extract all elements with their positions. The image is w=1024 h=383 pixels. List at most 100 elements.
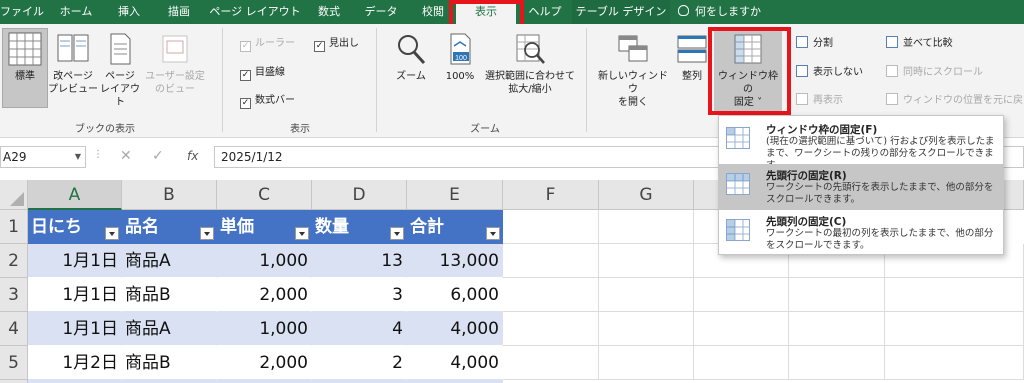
filter-dropdown-icon[interactable] — [390, 227, 404, 240]
cell-a4[interactable]: 1月1日 — [28, 312, 122, 346]
arrange-all-button[interactable]: 整列 — [674, 32, 710, 83]
zoom-button[interactable]: ズーム — [388, 32, 434, 83]
row-header-1[interactable]: 1 — [0, 210, 28, 244]
cell-b2[interactable]: 商品A — [122, 244, 217, 278]
cell-e5[interactable]: 4,000 — [407, 346, 503, 380]
tab-formulas[interactable]: 数式 — [308, 0, 350, 24]
synchronous-scrolling-button[interactable]: 同時にスクロール — [886, 65, 983, 81]
select-all-button[interactable] — [0, 180, 28, 210]
cell-c3[interactable]: 2,000 — [217, 278, 312, 312]
row-header-2[interactable]: 2 — [0, 244, 28, 278]
tell-me-search[interactable]: 何をしますか — [678, 0, 788, 24]
table-header-qty[interactable]: 数量 — [312, 210, 407, 244]
tab-help[interactable]: ヘルプ — [520, 0, 570, 24]
table-header-total[interactable]: 合計 — [407, 210, 503, 244]
cell-g3[interactable] — [599, 278, 694, 312]
column-header-f[interactable]: F — [503, 180, 599, 210]
cell-c4[interactable]: 1,000 — [217, 312, 312, 346]
cell-i5[interactable] — [789, 346, 885, 380]
formula-bar-checkbox[interactable]: ✓ 数式バー — [240, 93, 295, 109]
table-header-item[interactable]: 品名 — [122, 210, 217, 244]
custom-views-button[interactable]: ユーザー設定 のビュー — [142, 32, 208, 96]
cell-a5[interactable]: 1月2日 — [28, 346, 122, 380]
cancel-icon[interactable]: ✕ — [120, 148, 132, 164]
zoom-to-selection-button[interactable]: 選択範囲に合わせて 拡大/縮小 — [482, 32, 578, 96]
cell-b4[interactable]: 商品A — [122, 312, 217, 346]
cell-h4[interactable] — [694, 312, 789, 346]
cell-h3[interactable] — [694, 278, 789, 312]
column-header-d[interactable]: D — [312, 180, 407, 210]
column-header-a[interactable]: A — [28, 180, 122, 210]
cell-e4[interactable]: 4,000 — [407, 312, 503, 346]
column-header-b[interactable]: B — [122, 180, 217, 210]
freeze-panes-button[interactable]: ウィンドウ枠の 固定 ˅ — [714, 32, 782, 109]
hide-window-button[interactable]: 表示しない — [796, 65, 863, 81]
chevron-down-icon[interactable]: ▼ — [75, 147, 81, 167]
tab-file[interactable]: ファイル — [0, 0, 44, 24]
insert-function-icon[interactable]: fx — [187, 149, 198, 163]
filter-dropdown-icon[interactable] — [295, 227, 309, 240]
tab-view[interactable]: 表示 — [456, 0, 516, 24]
column-header-e[interactable]: E — [407, 180, 503, 210]
table-header-price[interactable]: 単価 — [217, 210, 312, 244]
filter-dropdown-icon[interactable] — [200, 227, 214, 240]
formula-bar-grip-icon[interactable]: ⋮ — [93, 149, 103, 160]
standard-view-button[interactable]: 標準 — [2, 32, 48, 83]
cell-g1[interactable] — [599, 210, 694, 244]
gridlines-checkbox[interactable]: ✓ 目盛線 — [240, 65, 285, 81]
page-layout-view-button[interactable]: ページ レイアウト — [98, 32, 142, 109]
tab-home[interactable]: ホーム — [50, 0, 102, 24]
cell-j4[interactable] — [885, 312, 1024, 346]
name-box[interactable]: A29 ▼ — [0, 146, 86, 168]
cell-j5[interactable] — [885, 346, 1024, 380]
cell-d5[interactable]: 2 — [312, 346, 407, 380]
cell-b5[interactable]: 商品B — [122, 346, 217, 380]
cell-a2[interactable]: 1月1日 — [28, 244, 122, 278]
cell-d3[interactable]: 3 — [312, 278, 407, 312]
filter-dropdown-icon[interactable] — [105, 227, 119, 240]
table-header-date[interactable]: 日にち — [28, 210, 122, 244]
tab-draw[interactable]: 描画 — [156, 0, 202, 24]
cell-f1[interactable] — [503, 210, 599, 244]
cell-g2[interactable] — [599, 244, 694, 278]
cell-c5[interactable]: 2,000 — [217, 346, 312, 380]
page-break-preview-button[interactable]: 改ページ プレビュー — [48, 32, 98, 96]
tab-data[interactable]: データ — [356, 0, 406, 24]
reset-window-position-button[interactable]: ウィンドウの位置を元に戻す — [886, 93, 1024, 109]
cell-f5[interactable] — [503, 346, 599, 380]
tab-review[interactable]: 校閲 — [411, 0, 455, 24]
menu-item-freeze-first-column[interactable]: 先頭列の固定(C) ワークシートの最初の列を表示したままで、他の部分をスクロール… — [719, 210, 1003, 256]
cell-e2[interactable]: 13,000 — [407, 244, 503, 278]
zoom-100-button[interactable]: 100 100% — [438, 32, 482, 83]
row-header-3[interactable]: 3 — [0, 278, 28, 312]
cell-b3[interactable]: 商品B — [122, 278, 217, 312]
row-header-4[interactable]: 4 — [0, 312, 28, 346]
cell-c2[interactable]: 1,000 — [217, 244, 312, 278]
cell-h5[interactable] — [694, 346, 789, 380]
unhide-window-button[interactable]: 再表示 — [796, 93, 843, 109]
cell-f3[interactable] — [503, 278, 599, 312]
cell-g5[interactable] — [599, 346, 694, 380]
tab-insert[interactable]: 挿入 — [108, 0, 150, 24]
cell-f2[interactable] — [503, 244, 599, 278]
tab-table-design[interactable]: テーブル デザイン — [572, 0, 670, 24]
headings-checkbox[interactable]: ✓ 見出し — [314, 36, 359, 52]
column-header-g[interactable]: G — [599, 180, 694, 210]
split-button[interactable]: 分割 — [796, 36, 833, 52]
menu-item-freeze-panes[interactable]: ウィンドウ枠の固定(F) (現在の選択範囲に基づいて) 行および列を表示したまま… — [719, 118, 1003, 171]
enter-check-icon[interactable]: ✓ — [152, 148, 164, 164]
filter-dropdown-icon[interactable] — [486, 227, 500, 240]
view-side-by-side-button[interactable]: 並べて比較 — [886, 36, 953, 52]
cell-i4[interactable] — [789, 312, 885, 346]
cell-d4[interactable]: 4 — [312, 312, 407, 346]
cell-g4[interactable] — [599, 312, 694, 346]
column-header-c[interactable]: C — [217, 180, 312, 210]
cell-a3[interactable]: 1月1日 — [28, 278, 122, 312]
tab-page-layout[interactable]: ページ レイアウト — [207, 0, 303, 24]
new-window-button[interactable]: 新しいウィンドウ を開く — [596, 32, 670, 109]
cell-e3[interactable]: 6,000 — [407, 278, 503, 312]
menu-item-freeze-top-row[interactable]: 先頭行の固定(R) ワークシートの先頭行を表示したままで、他の部分をスクロールで… — [719, 164, 1003, 210]
ruler-checkbox[interactable]: ✓ ルーラー — [240, 36, 295, 52]
cell-d2[interactable]: 13 — [312, 244, 407, 278]
cell-f4[interactable] — [503, 312, 599, 346]
